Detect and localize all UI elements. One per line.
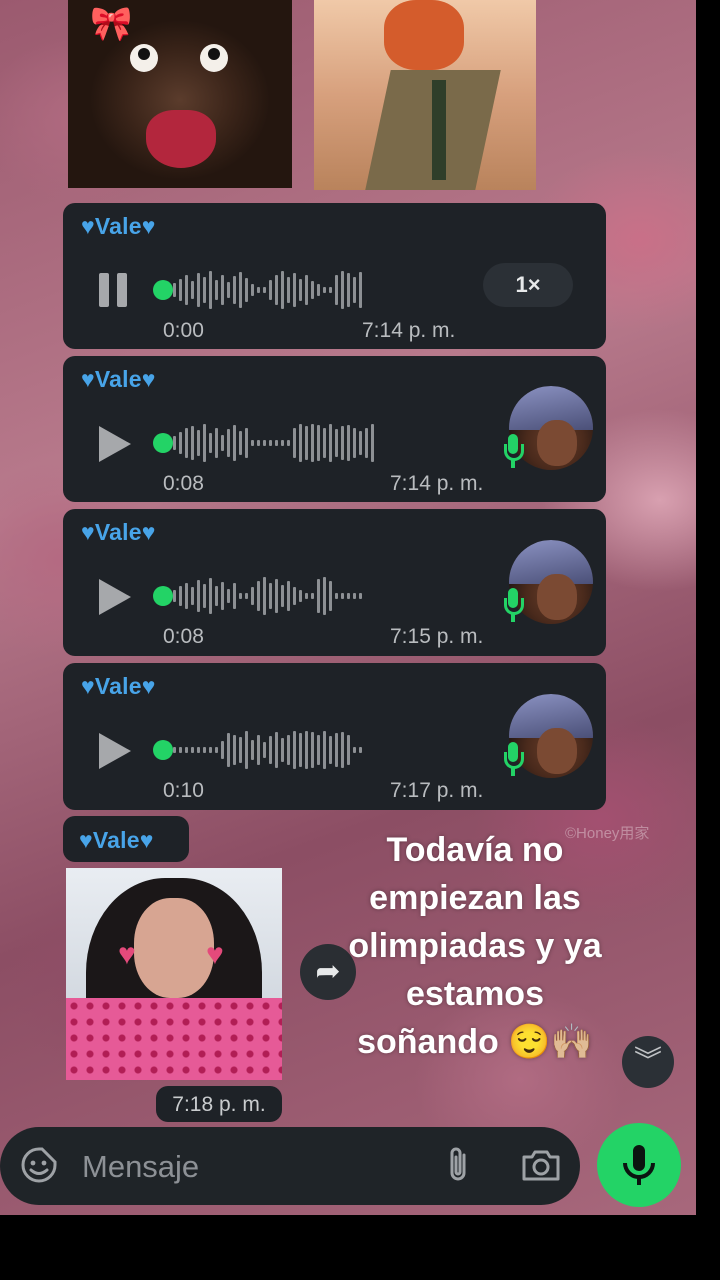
voice-duration: 0:10 [163, 779, 204, 802]
message-time: 7:14 p. m. [390, 472, 484, 495]
mouth [146, 110, 216, 168]
double-chevron-down-icon[interactable]: ︾ [622, 1036, 674, 1088]
playback-speed-button[interactable]: 1× [483, 263, 573, 307]
sender-name[interactable]: ♥Vale♥ [81, 519, 156, 546]
waveform[interactable] [173, 270, 362, 310]
play-icon[interactable] [99, 733, 133, 769]
chat-screen: 🎀 ♥Vale♥ 0:00 7:14 p. m. 1× ♥Vale♥ 0:08 … [0, 0, 720, 1215]
microphone-icon[interactable] [597, 1123, 681, 1207]
waveform[interactable] [173, 423, 374, 463]
voice-message[interactable]: ♥Vale♥ 0:00 7:14 p. m. 1× [63, 203, 606, 349]
sender-name[interactable]: ♥Vale♥ [81, 213, 156, 240]
playback-handle[interactable] [153, 280, 173, 300]
playback-handle[interactable] [153, 586, 173, 606]
pause-icon[interactable] [99, 273, 133, 307]
heart-earring: ♥ [118, 938, 136, 971]
eye [130, 44, 158, 72]
waveform[interactable] [173, 576, 362, 616]
message-input[interactable]: Mensaje [82, 1149, 199, 1185]
eye [200, 44, 228, 72]
sender-name[interactable]: ♥Vale♥ [81, 366, 156, 393]
play-icon[interactable] [99, 426, 133, 462]
shared-photo[interactable]: ♥ ♥ [66, 868, 282, 1080]
message-composer[interactable]: Mensaje [0, 1127, 580, 1205]
message-time: 7:14 p. m. [362, 319, 456, 342]
voice-note-mic-icon [503, 434, 524, 468]
monkey-sticker[interactable]: 🎀 [68, 0, 292, 188]
sender-name[interactable]: ♥Vale♥ [81, 673, 156, 700]
voice-duration: 0:00 [163, 319, 204, 342]
fox-sticker[interactable] [314, 0, 536, 190]
voice-message[interactable]: ♥Vale♥ 0:08 7:15 p. m. [63, 509, 606, 656]
message-time: 7:15 p. m. [390, 625, 484, 648]
pink-bow: 🎀 [90, 5, 133, 43]
sticker-icon[interactable] [20, 1146, 58, 1184]
paperclip-icon[interactable] [440, 1145, 476, 1185]
voice-note-mic-icon [503, 742, 524, 776]
playback-handle[interactable] [153, 433, 173, 453]
voice-note-mic-icon [503, 588, 524, 622]
fox-head [384, 0, 464, 70]
voice-message[interactable]: ♥Vale♥ 0:10 7:17 p. m. [63, 663, 606, 810]
playback-handle[interactable] [153, 740, 173, 760]
message-time: 7:18 p. m. [156, 1086, 282, 1122]
voice-duration: 0:08 [163, 625, 204, 648]
sender-name[interactable]: ♥Vale♥ [79, 827, 154, 854]
video-caption: Todavía no empiezan las olimpiadas y ya … [348, 831, 602, 1061]
camera-icon[interactable] [520, 1147, 562, 1183]
screen-edge [696, 0, 720, 1215]
message-time: 7:17 p. m. [390, 779, 484, 802]
play-icon[interactable] [99, 579, 133, 615]
voice-message[interactable]: ♥Vale♥ 0:08 7:14 p. m. [63, 356, 606, 502]
voice-duration: 0:08 [163, 472, 204, 495]
waveform[interactable] [173, 730, 362, 770]
image-message-header[interactable]: ♥Vale♥ [63, 816, 189, 862]
fox-tie [432, 80, 446, 180]
heart-earring: ♥ [206, 938, 224, 971]
